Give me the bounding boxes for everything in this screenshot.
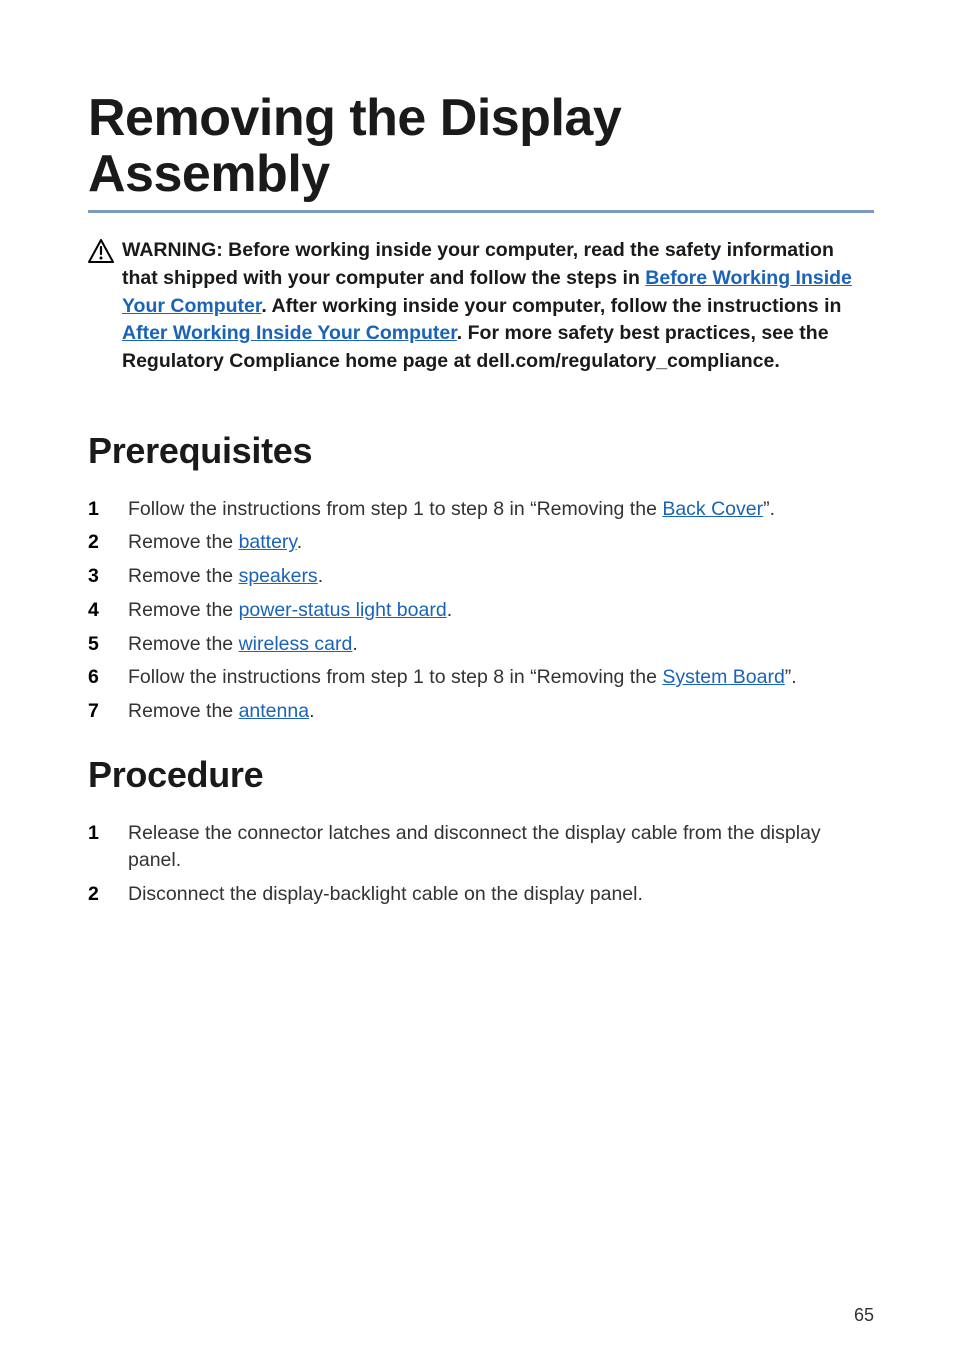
link-back-cover[interactable]: Back Cover — [662, 498, 763, 520]
warning-text: WARNING: Before working inside your comp… — [122, 237, 874, 375]
warning-mid1: . After working inside your computer, fo… — [261, 295, 841, 317]
list-item: Disconnect the display-backlight cable o… — [88, 881, 874, 909]
heading-prerequisites: Prerequisites — [88, 430, 874, 472]
document-page: Removing the Display Assembly WARNING: B… — [0, 0, 954, 1366]
list-item: Release the connector latches and discon… — [88, 820, 874, 875]
list-item: Remove the speakers. — [88, 563, 874, 591]
step-text-post: . — [352, 633, 357, 655]
procedure-list: Release the connector latches and discon… — [88, 820, 874, 909]
step-text-post: . — [297, 531, 302, 553]
step-text-post: . — [309, 700, 314, 722]
heading-procedure: Procedure — [88, 754, 874, 796]
list-item: Remove the power-status light board. — [88, 597, 874, 625]
list-item: Follow the instructions from step 1 to s… — [88, 496, 874, 524]
step-text-pre: Remove the — [128, 565, 239, 587]
step-text-pre: Remove the — [128, 531, 239, 553]
link-speakers[interactable]: speakers — [239, 565, 318, 587]
step-text-pre: Remove the — [128, 633, 239, 655]
list-item: Follow the instructions from step 1 to s… — [88, 664, 874, 692]
step-text-pre: Follow the instructions from step 1 to s… — [128, 498, 662, 520]
list-item: Remove the antenna. — [88, 698, 874, 726]
link-system-board[interactable]: System Board — [662, 666, 784, 688]
step-text-pre: Remove the — [128, 599, 239, 621]
warning-block: WARNING: Before working inside your comp… — [88, 237, 874, 375]
link-antenna[interactable]: antenna — [239, 700, 310, 722]
list-item: Remove the battery. — [88, 529, 874, 557]
step-text-post: ”. — [763, 498, 775, 520]
link-wireless-card[interactable]: wireless card — [239, 633, 353, 655]
prerequisites-list: Follow the instructions from step 1 to s… — [88, 496, 874, 726]
step-text-pre: Follow the instructions from step 1 to s… — [128, 666, 662, 688]
link-after-working[interactable]: After Working Inside Your Computer — [122, 322, 457, 344]
warning-triangle-icon — [88, 239, 114, 268]
step-text-post: . — [318, 565, 323, 587]
page-title: Removing the Display Assembly — [88, 90, 874, 213]
step-text-post: . — [447, 599, 452, 621]
link-battery[interactable]: battery — [239, 531, 297, 553]
step-text: Release the connector latches and discon… — [128, 822, 821, 872]
list-item: Remove the wireless card. — [88, 631, 874, 659]
page-number: 65 — [854, 1305, 874, 1326]
step-text: Disconnect the display-backlight cable o… — [128, 883, 643, 905]
step-text-pre: Remove the — [128, 700, 239, 722]
step-text-post: ”. — [785, 666, 797, 688]
link-power-status-light-board[interactable]: power-status light board — [239, 599, 447, 621]
